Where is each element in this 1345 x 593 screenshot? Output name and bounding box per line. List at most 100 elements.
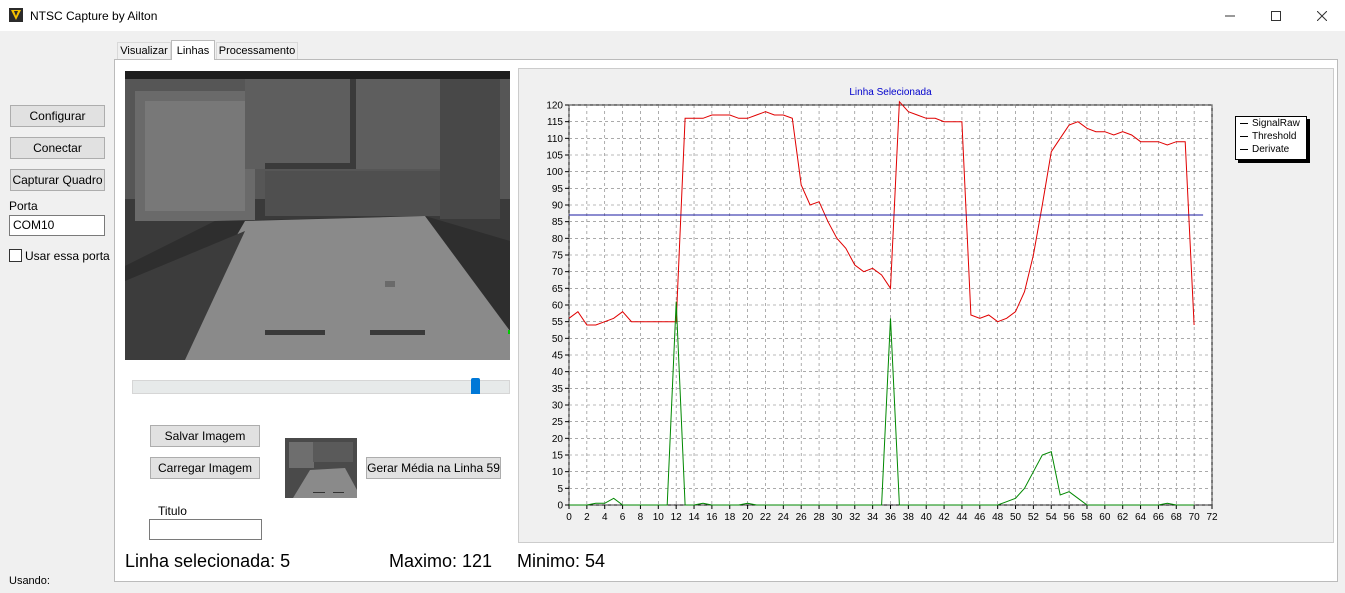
x-tick-label: 18 — [724, 512, 736, 523]
use-port-checkbox[interactable] — [9, 249, 22, 262]
use-port-label: Usar essa porta — [25, 249, 110, 263]
y-tick-label: 95 — [552, 184, 564, 195]
y-tick-label: 50 — [552, 334, 564, 345]
x-tick-label: 4 — [602, 512, 608, 523]
y-tick-label: 35 — [552, 384, 564, 395]
x-tick-label: 34 — [867, 512, 879, 523]
y-tick-label: 70 — [552, 267, 564, 278]
x-tick-label: 56 — [1064, 512, 1076, 523]
x-tick-label: 50 — [1010, 512, 1022, 523]
x-tick-label: 64 — [1135, 512, 1147, 523]
x-tick-label: 16 — [706, 512, 718, 523]
app-icon — [9, 8, 23, 22]
generate-average-button[interactable]: Gerar Média na Linha 59 — [366, 457, 501, 479]
x-tick-label: 28 — [813, 512, 825, 523]
legend-item-threshold: Threshold — [1240, 131, 1296, 142]
legend-label: Derivate — [1252, 144, 1290, 155]
tab-processamento[interactable]: Processamento — [216, 42, 298, 59]
x-tick-label: 48 — [992, 512, 1004, 523]
y-tick-label: 10 — [552, 467, 564, 478]
y-tick-label: 120 — [546, 101, 563, 112]
close-icon — [1317, 10, 1327, 21]
y-tick-label: 0 — [557, 501, 563, 512]
capture-frame-button[interactable]: Capturar Quadro — [10, 169, 105, 191]
x-tick-label: 12 — [671, 512, 683, 523]
thumbnail-graphic — [285, 438, 357, 498]
x-tick-label: 22 — [760, 512, 772, 523]
configure-button[interactable]: Configurar — [10, 105, 105, 127]
y-tick-label: 25 — [552, 417, 564, 428]
x-tick-label: 60 — [1099, 512, 1111, 523]
minimize-icon — [1225, 15, 1235, 16]
maximize-button[interactable] — [1253, 0, 1299, 31]
y-tick-label: 60 — [552, 301, 564, 312]
using-label: Usando: — [9, 575, 50, 587]
y-tick-label: 15 — [552, 451, 564, 462]
maximum-label: Maximo: 121 — [389, 551, 493, 571]
x-tick-label: 42 — [939, 512, 951, 523]
save-image-button[interactable]: Salvar Imagem — [150, 425, 260, 447]
legend-swatch — [1240, 149, 1248, 150]
window-title: NTSC Capture by Ailton — [30, 9, 158, 23]
y-tick-label: 90 — [552, 201, 564, 212]
y-tick-label: 65 — [552, 284, 564, 295]
x-tick-label: 36 — [885, 512, 897, 523]
x-tick-label: 54 — [1046, 512, 1058, 523]
legend-item-derivate: Derivate — [1240, 144, 1289, 155]
x-tick-label: 44 — [956, 512, 968, 523]
x-tick-label: 32 — [849, 512, 861, 523]
x-tick-label: 46 — [974, 512, 986, 523]
x-tick-label: 20 — [742, 512, 754, 523]
y-tick-label: 100 — [546, 167, 563, 178]
maximize-icon — [1271, 10, 1281, 21]
x-tick-label: 68 — [1171, 512, 1183, 523]
port-label: Porta — [9, 199, 38, 213]
title-input[interactable] — [149, 519, 262, 540]
x-tick-label: 52 — [1028, 512, 1040, 523]
close-button[interactable] — [1299, 0, 1345, 31]
x-tick-label: 10 — [653, 512, 665, 523]
y-tick-label: 75 — [552, 251, 564, 262]
x-tick-label: 2 — [584, 512, 590, 523]
y-tick-label: 20 — [552, 434, 564, 445]
tab-visualizar[interactable]: Visualizar — [117, 42, 171, 59]
chart-title: Linha Selecionada — [849, 87, 932, 98]
line-slider-track[interactable] — [132, 380, 510, 394]
x-tick-label: 8 — [638, 512, 644, 523]
selected-line-label: Linha selecionada: 5 — [125, 551, 291, 571]
legend-label: Threshold — [1252, 131, 1297, 142]
line-slider-thumb[interactable] — [471, 378, 480, 394]
legend-swatch — [1240, 136, 1248, 137]
y-tick-label: 40 — [552, 367, 564, 378]
y-tick-label: 115 — [547, 117, 563, 128]
x-tick-label: 0 — [566, 512, 572, 523]
title-bar: NTSC Capture by Ailton — [0, 0, 1345, 31]
image-thumbnail — [285, 438, 357, 498]
y-tick-label: 85 — [552, 217, 564, 228]
y-tick-label: 105 — [546, 151, 563, 162]
x-tick-label: 6 — [620, 512, 626, 523]
port-input[interactable]: COM10 — [9, 215, 105, 236]
connect-button[interactable]: Conectar — [10, 137, 105, 159]
x-tick-label: 72 — [1206, 512, 1218, 523]
y-tick-label: 45 — [552, 351, 564, 362]
y-tick-label: 55 — [552, 317, 564, 328]
x-tick-label: 38 — [903, 512, 915, 523]
line-chart[interactable]: 0 2 4 6 8 10 12 14 16 18 20 22 24 26 28 30 32 34 36 38 40 42 4… — [518, 68, 1334, 543]
x-tick-label: 62 — [1117, 512, 1129, 523]
captured-frame-graphic — [125, 71, 510, 360]
chart-legend: SignalRaw Threshold Derivate — [1235, 116, 1307, 160]
x-tick-label: 26 — [796, 512, 808, 523]
x-tick-label: 14 — [688, 512, 700, 523]
legend-item-signalraw: SignalRaw — [1240, 118, 1300, 129]
x-tick-label: 66 — [1153, 512, 1165, 523]
load-image-button[interactable]: Carregar Imagem — [150, 457, 260, 479]
x-tick-label: 40 — [921, 512, 933, 523]
captured-image[interactable] — [125, 71, 510, 360]
x-tick-label: 30 — [831, 512, 843, 523]
y-tick-label: 80 — [552, 234, 564, 245]
x-tick-label: 58 — [1081, 512, 1093, 523]
tab-linhas[interactable]: Linhas — [171, 40, 215, 60]
minimize-button[interactable] — [1207, 0, 1253, 31]
legend-swatch — [1240, 123, 1248, 124]
